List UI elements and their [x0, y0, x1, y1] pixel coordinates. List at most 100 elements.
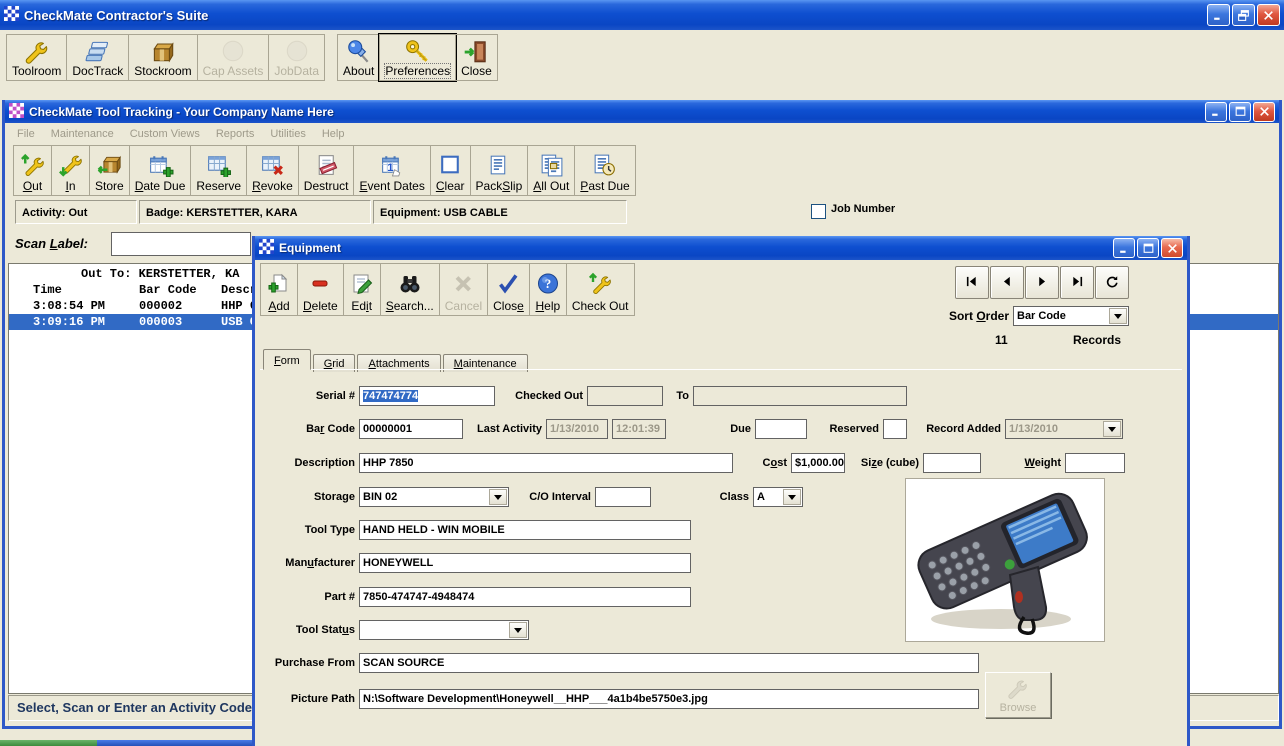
delete-button[interactable]: Delete — [297, 263, 344, 316]
desktop: CheckMate Contractor's Suite Toolroom Doc… — [0, 0, 1284, 746]
storage-combo[interactable]: BIN 02 — [359, 487, 509, 507]
date-due-button[interactable]: Date Due — [128, 145, 192, 196]
equipment-minimize-button[interactable] — [1113, 238, 1135, 258]
co-interval-label: C/O Interval — [529, 491, 591, 503]
co-interval-input[interactable] — [595, 487, 651, 507]
sort-order-combo-arrow[interactable] — [1109, 308, 1127, 324]
activity-panel: Activity: Out — [15, 200, 137, 224]
equipment-maximize-button[interactable] — [1137, 238, 1159, 258]
nav-refresh-button[interactable] — [1095, 266, 1129, 299]
picture-path-input[interactable]: N:\Software Development\Honeywell__HHP__… — [359, 689, 979, 709]
tab-strip: Form Grid Attachments Maintenance — [263, 347, 530, 372]
nav-first-button[interactable] — [955, 266, 989, 299]
button-label: Close — [493, 299, 524, 313]
tool-status-combo[interactable] — [359, 620, 529, 640]
destruct-button[interactable]: Destruct — [297, 145, 355, 196]
reserved-input[interactable] — [883, 419, 907, 439]
menu-item-maintenance[interactable]: Maintenance — [43, 125, 122, 143]
box-arrow-icon — [96, 149, 123, 179]
packslip-button[interactable]: PackSlip — [469, 145, 529, 196]
help-button[interactable]: ? Help — [528, 263, 567, 316]
edit-button[interactable]: Edit — [342, 263, 381, 316]
check-out-button[interactable]: Check Out — [565, 263, 635, 316]
toolroom-button[interactable]: Toolroom — [6, 34, 68, 81]
reserve-button[interactable]: Reserve — [190, 145, 248, 196]
add-button[interactable]: Add — [260, 263, 298, 316]
help-circle-icon: ? — [535, 267, 561, 299]
cal-1-icon: 1 — [379, 149, 406, 179]
suite-restore-button[interactable] — [1232, 4, 1255, 26]
doctrack-button[interactable]: DocTrack — [66, 34, 130, 81]
tracking-maximize-button[interactable] — [1229, 101, 1251, 122]
tab-form[interactable]: Form — [263, 349, 311, 370]
nav-previous-button[interactable] — [990, 266, 1024, 299]
tracking-close-button[interactable] — [1253, 101, 1275, 122]
page-plus-icon — [266, 267, 292, 299]
size-cube-input[interactable] — [923, 453, 981, 473]
suite-minimize-button[interactable] — [1207, 4, 1230, 26]
nav-last-button[interactable] — [1060, 266, 1094, 299]
scan-input[interactable] — [111, 232, 251, 256]
doc-clock-icon — [591, 149, 618, 179]
x-gray-icon — [450, 267, 476, 299]
sort-order-combo[interactable]: Bar Code — [1013, 306, 1129, 326]
revoke-button[interactable]: Revoke — [246, 145, 299, 196]
tracking-minimize-button[interactable] — [1205, 101, 1227, 122]
class-combo[interactable]: A — [753, 487, 803, 507]
button-label: JobData — [274, 64, 320, 78]
layers-icon — [84, 38, 112, 64]
menu-item-utilities[interactable]: Utilities — [262, 125, 313, 143]
due-input[interactable] — [755, 419, 807, 439]
serial-input[interactable]: 747474774 — [359, 386, 495, 406]
store-button[interactable]: Store — [89, 145, 130, 196]
job-number-checkbox[interactable] — [811, 204, 826, 219]
equipment-close-button[interactable] — [1161, 238, 1183, 258]
to-label: To — [676, 390, 689, 402]
description-input[interactable]: HHP 7850 — [359, 453, 733, 473]
minus-red-icon — [307, 267, 333, 299]
past-due-button[interactable]: Past Due — [574, 145, 636, 196]
about-button[interactable]: About — [337, 34, 381, 81]
serial-label: Serial # — [315, 390, 355, 402]
suite-close-button[interactable] — [1257, 4, 1280, 26]
class-combo-arrow[interactable] — [783, 489, 801, 505]
tracking-app-icon — [9, 102, 24, 121]
bar-code-input[interactable]: 00000001 — [359, 419, 463, 439]
wrench-up-icon — [19, 149, 46, 179]
button-label: Store — [95, 179, 124, 193]
tracking-title: CheckMate Tool Tracking - Your Company N… — [29, 104, 334, 119]
menu-item-reports[interactable]: Reports — [208, 125, 263, 143]
nav-next-button[interactable] — [1025, 266, 1059, 299]
menu-item-help[interactable]: Help — [314, 125, 353, 143]
record-added-label: Record Added — [926, 423, 1001, 435]
search-button[interactable]: Search... — [379, 263, 440, 316]
preferences-button[interactable]: Preferences — [378, 33, 458, 82]
in-button[interactable]: In — [51, 145, 90, 196]
stockroom-button[interactable]: Stockroom — [128, 34, 198, 81]
weight-input[interactable] — [1065, 453, 1125, 473]
taskbar-start-sliver[interactable] — [0, 740, 97, 746]
pushpin-icon — [345, 38, 373, 64]
tool-status-combo-arrow[interactable] — [509, 622, 527, 638]
part-number-input[interactable]: 7850-474747-4948474 — [359, 587, 691, 607]
cost-input[interactable]: $1,000.00 — [791, 453, 845, 473]
menu-item-custom-views[interactable]: Custom Views — [122, 125, 208, 143]
clear-button[interactable]: Clear — [429, 145, 471, 196]
close-button[interactable]: Close — [487, 263, 530, 316]
button-label: Check Out — [571, 299, 629, 313]
menu-item-file[interactable]: File — [9, 125, 43, 143]
wrench-icon — [23, 38, 51, 64]
manufacturer-input[interactable]: HONEYWELL — [359, 553, 691, 573]
out-button[interactable]: Out — [13, 145, 52, 196]
button-label: All Out — [533, 179, 570, 193]
event-dates-button[interactable]: 1 Event Dates — [353, 145, 431, 196]
close-button[interactable]: Close — [455, 34, 498, 81]
weight-label: Weight — [1024, 457, 1061, 469]
all-out-button[interactable]: All Out — [527, 145, 576, 196]
record-added-combo: 1/13/2010 — [1005, 419, 1123, 439]
svg-text:1: 1 — [387, 162, 394, 174]
storage-combo-arrow[interactable] — [489, 489, 507, 505]
tool-type-input[interactable]: HAND HELD - WIN MOBILE — [359, 520, 691, 540]
purchase-from-input[interactable]: SCAN SOURCE — [359, 653, 979, 673]
last-activity-date-input: 1/13/2010 — [546, 419, 608, 439]
